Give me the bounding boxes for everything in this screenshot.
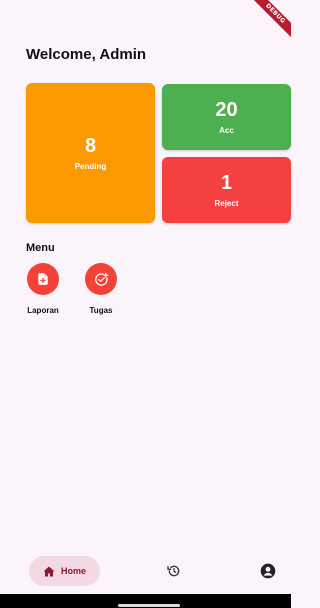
debug-banner: DEBUG bbox=[251, 0, 291, 40]
pending-card[interactable]: 8 Pending bbox=[26, 83, 155, 223]
pending-count: 8 bbox=[84, 134, 97, 157]
nav-history-tab[interactable] bbox=[166, 563, 182, 579]
bottom-navigation: Home bbox=[0, 548, 291, 594]
home-icon bbox=[43, 566, 55, 576]
page-title: Welcome, Admin bbox=[26, 46, 147, 63]
menu-heading: Menu bbox=[26, 242, 55, 254]
nav-home-label: Home bbox=[60, 566, 86, 576]
laporan-label: Laporan bbox=[27, 306, 59, 315]
tugas-button[interactable] bbox=[85, 263, 117, 295]
acc-count: 20 bbox=[215, 98, 238, 121]
laporan-button[interactable] bbox=[27, 263, 59, 295]
document-add-icon bbox=[38, 273, 48, 285]
reject-count: 1 bbox=[220, 171, 233, 194]
nav-home-tab[interactable]: Home bbox=[29, 556, 100, 586]
menu-item-laporan[interactable]: Laporan bbox=[22, 263, 64, 315]
acc-label: Acc bbox=[219, 125, 234, 135]
reject-label: Reject bbox=[214, 198, 239, 208]
debug-banner-label: DEBUG bbox=[251, 0, 291, 39]
account-icon bbox=[260, 563, 276, 579]
pending-label: Pending bbox=[74, 161, 107, 171]
system-navigation-bar bbox=[0, 594, 291, 608]
nav-profile-tab[interactable] bbox=[260, 563, 276, 579]
menu-item-tugas[interactable]: Tugas bbox=[80, 263, 122, 315]
reject-card[interactable]: 1 Reject bbox=[162, 157, 291, 223]
tugas-label: Tugas bbox=[89, 306, 113, 315]
history-icon bbox=[167, 565, 180, 577]
acc-card[interactable]: 20 Acc bbox=[162, 84, 291, 150]
task-add-icon bbox=[94, 272, 108, 286]
home-gesture-handle[interactable] bbox=[118, 604, 180, 607]
